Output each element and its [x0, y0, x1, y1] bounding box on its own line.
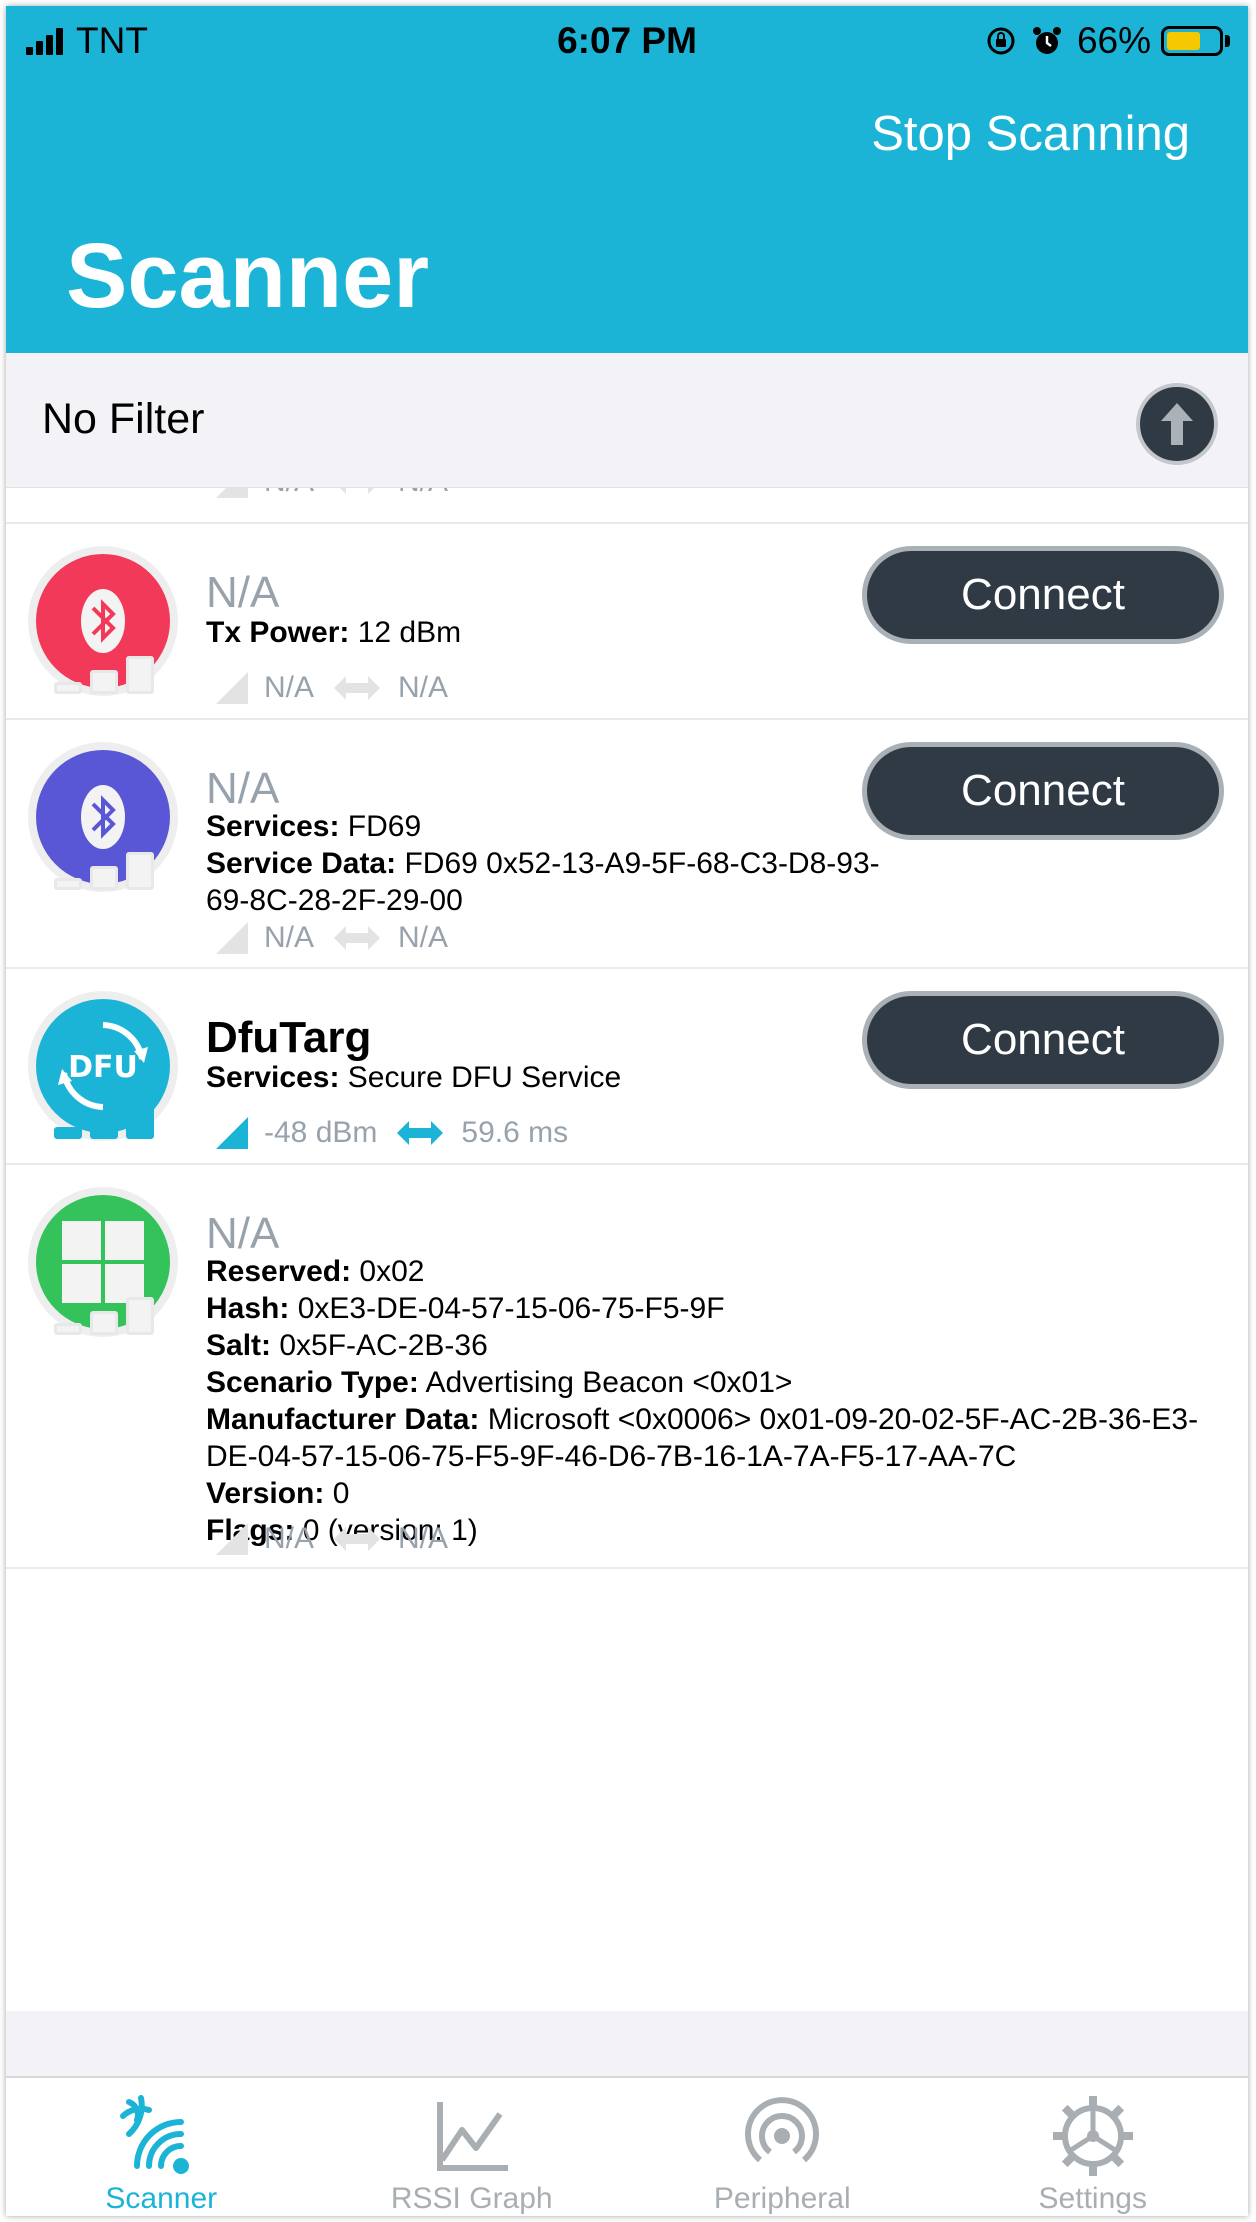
detail-line: Reserved: 0x02 — [206, 1255, 425, 1288]
device-name: N/A — [206, 568, 280, 617]
filter-label: No Filter — [42, 395, 205, 443]
signal-bars-icon — [54, 1297, 162, 1335]
connect-button[interactable]: Connect — [862, 742, 1224, 840]
list-item[interactable]: N/A Connect Tx Power: 12 dBm N/A N/A — [6, 524, 1248, 720]
device-details: Reserved: 0x02 Hash: 0xE3-DE-04-57-15-06… — [206, 1253, 1206, 1549]
device-list[interactable]: N/A N/A N/A Connect Tx Power: — [6, 488, 1248, 2012]
device-details: Tx Power: 12 dBm — [206, 614, 1196, 651]
detail-line: Tx Power: 12 dBm — [206, 616, 462, 649]
tab-label: Scanner — [105, 2182, 218, 2215]
rotation-lock-icon — [987, 27, 1015, 55]
interval-icon — [334, 926, 381, 950]
rssi-value: N/A — [264, 921, 315, 954]
device-details: Services: FD69 Service Data: FD69 0x52-1… — [206, 808, 906, 919]
signal-bars-icon — [54, 1101, 162, 1139]
detail-line: Salt: 0x5F-AC-2B-36 — [206, 1329, 488, 1362]
rssi-icon — [216, 1523, 248, 1555]
rssi-icon — [216, 922, 248, 954]
tab-label: RSSI Graph — [390, 2182, 553, 2215]
windows-icon — [62, 1221, 144, 1303]
detail-line: Scenario Type: Advertising Beacon <0x01> — [206, 1366, 793, 1399]
status-bar: TNT 6:07 PM 66% — [6, 6, 1248, 76]
stop-scanning-button[interactable]: Stop Scanning — [871, 106, 1190, 162]
tab-scanner[interactable]: Scanner — [6, 2078, 317, 2216]
signal-bars-icon — [54, 656, 162, 694]
rssi-value: -48 dBm — [264, 1116, 378, 1149]
signal-stats: N/A N/A — [214, 488, 448, 500]
app-frame: TNT 6:07 PM 66% Stop Scanning Scanner No… — [6, 6, 1248, 2216]
status-right: 66% — [985, 20, 1230, 62]
list-item[interactable]: N/A Connect Services: FD69 Service Data:… — [6, 720, 1248, 969]
interval-icon — [334, 676, 381, 700]
detail-line: Version: 0 — [206, 1477, 350, 1510]
filter-toggle-button[interactable] — [1136, 383, 1218, 465]
arrow-up-icon — [1161, 403, 1193, 445]
device-name: DfuTarg — [206, 1013, 372, 1062]
list-item[interactable]: N/A Reserved: 0x02 Hash: 0xE3-DE-04-57-1… — [6, 1165, 1248, 1569]
header: TNT 6:07 PM 66% Stop Scanning Scanner — [6, 6, 1248, 353]
alarm-icon — [1032, 27, 1061, 54]
rssi-icon — [216, 488, 248, 498]
interval-value: N/A — [398, 488, 448, 499]
bluetooth-icon — [81, 785, 125, 849]
graph-icon — [436, 2102, 508, 2171]
rssi-value: N/A — [264, 1522, 315, 1555]
list-footer — [6, 2011, 1248, 2076]
signal-stats: N/A N/A — [214, 670, 448, 706]
interval-value: N/A — [398, 1522, 449, 1555]
tab-rssi-graph[interactable]: RSSI Graph — [317, 2078, 628, 2216]
detail-line: Manufacturer Data: Microsoft <0x0006> 0x… — [206, 1403, 1199, 1473]
detail-line: Hash: 0xE3-DE-04-57-15-06-75-F5-9F — [206, 1292, 725, 1325]
device-name: N/A — [206, 764, 280, 813]
signal-stats: N/A N/A — [214, 920, 448, 956]
filter-bar[interactable]: No Filter — [6, 353, 1248, 488]
tab-bar: Scanner RSSI Graph Peripheral Settings — [6, 2076, 1248, 2216]
page-title: Scanner — [66, 225, 430, 327]
interval-value: N/A — [398, 671, 449, 704]
bluetooth-icon — [81, 589, 125, 653]
peripheral-icon — [745, 2097, 820, 2163]
rssi-icon — [216, 1117, 248, 1149]
tab-peripheral[interactable]: Peripheral — [627, 2078, 938, 2216]
tab-label: Peripheral — [713, 2182, 851, 2215]
interval-icon — [397, 1121, 444, 1145]
battery-percent: 66% — [1076, 20, 1151, 61]
device-name: N/A — [206, 1209, 280, 1258]
rssi-value: N/A — [264, 488, 314, 499]
tab-label: Settings — [1038, 2182, 1147, 2215]
rssi-value: N/A — [264, 671, 315, 704]
scanner-icon — [120, 2095, 190, 2174]
detail-line: Services: FD69 — [206, 810, 422, 843]
signal-stats: N/A N/A — [214, 1521, 448, 1557]
gear-icon — [1052, 2096, 1133, 2176]
interval-icon — [334, 1527, 381, 1551]
signal-stats: -48 dBm 59.6 ms — [214, 1115, 568, 1151]
interval-value: 59.6 ms — [461, 1116, 569, 1149]
signal-bars-icon — [54, 852, 162, 890]
list-item-partial: N/A N/A — [6, 488, 1248, 524]
battery-icon — [1161, 26, 1230, 56]
svg-text:DFU: DFU — [68, 1050, 138, 1085]
tab-settings[interactable]: Settings — [938, 2078, 1249, 2216]
interval-value: N/A — [398, 921, 449, 954]
interval-icon — [340, 488, 375, 494]
rssi-icon — [216, 672, 248, 704]
list-item[interactable]: DFU DfuTarg Connect Services: Secure DFU… — [6, 969, 1248, 1165]
detail-line: Service Data: FD69 0x52-13-A9-5F-68-C3-D… — [206, 847, 880, 917]
detail-line: Services: Secure DFU Service — [206, 1061, 622, 1094]
device-details: Services: Secure DFU Service — [206, 1059, 1196, 1096]
